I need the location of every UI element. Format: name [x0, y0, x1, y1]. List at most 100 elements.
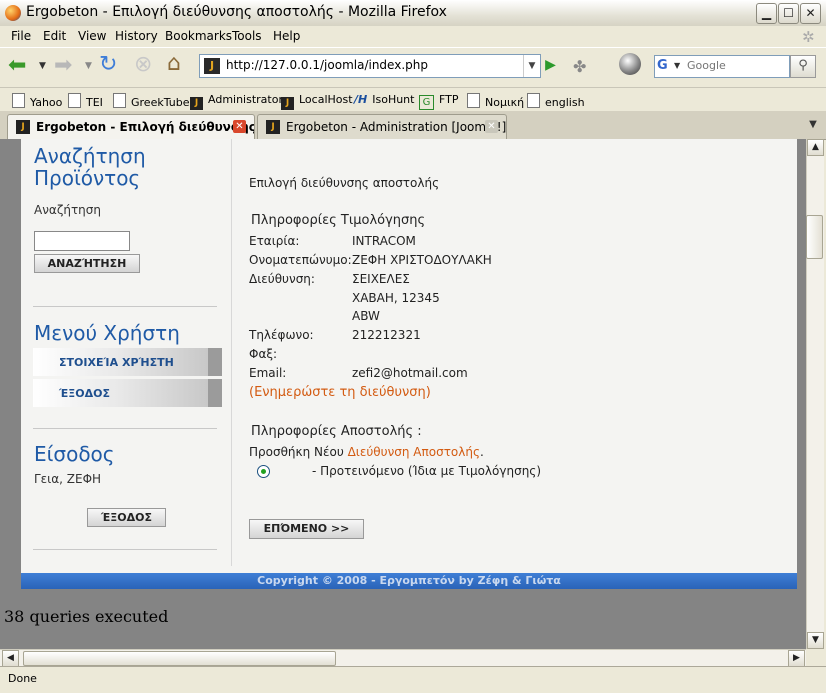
url-dropdown-icon[interactable]: ▼ [523, 55, 540, 77]
window-titlebar: Ergobeton - Επιλογή διεύθυνσης αποστολής… [0, 0, 826, 27]
menu-history[interactable]: History [115, 29, 158, 43]
menu-file[interactable]: File [11, 29, 31, 43]
menu-edit[interactable]: Edit [43, 29, 66, 43]
default-address-option-label: - Προτεινόμενο (Ίδια με Τιμολόγησης) [312, 464, 542, 478]
firefox-logo-icon [5, 5, 21, 21]
bookmark-ftp[interactable]: G FTP [419, 93, 459, 110]
user-greeting: Γεια, ΖΕΦΗ [34, 472, 102, 486]
vertical-scroll-thumb[interactable] [806, 215, 823, 259]
search-button[interactable]: ΑΝΑΖΉΤΗΣΗ [34, 254, 140, 273]
search-module-title-2: Προϊόντος [34, 166, 141, 190]
bookmark-english[interactable]: english [527, 93, 585, 109]
menu-item-logout[interactable]: ΈΞΟΔΟΣ [33, 379, 222, 407]
page-viewport: Αναζήτηση Προϊόντος Αναζήτηση ΑΝΑΖΉΤΗΣΗ … [0, 139, 806, 649]
add-shipping-address-link[interactable]: Διεύθυνση Αποστολής [348, 445, 480, 459]
bookmarks-toolbar: Yahoo TEI GreekTube J Administrator J Loca… [0, 87, 826, 112]
throbber-icon: ✲ [802, 28, 815, 46]
address-line-2: ΧΑΒΑΗ, 12345 [352, 291, 440, 305]
extension-icon[interactable]: ✤ [573, 57, 586, 76]
add-shipping-address-line: Προσθήκη Νέου Διεύθυνση Αποστολής. [249, 445, 484, 459]
phone-value: 212212321 [352, 328, 421, 342]
back-arrow-icon[interactable]: ⬅ [8, 55, 26, 77]
bookmark-nomiki[interactable]: Νομική [467, 93, 524, 109]
sidebar-separator [33, 428, 217, 429]
logout-button[interactable]: ΈΞΟΔΟΣ [87, 508, 166, 527]
scroll-right-icon[interactable]: ▶ [788, 650, 805, 667]
scroll-corner [807, 649, 826, 666]
login-module-title: Είσοδος [34, 442, 115, 466]
site-footer: Copyright © 2008 - Εργομπετόν by Ζέφη & … [21, 573, 797, 589]
joomla-icon: J [190, 97, 203, 110]
reload-icon[interactable]: ↻ [99, 54, 117, 76]
url-text[interactable]: http://127.0.0.1/joomla/index.php [226, 58, 428, 72]
queries-executed-text: 38 queries executed [4, 607, 169, 626]
bookmark-yahoo[interactable]: Yahoo [12, 93, 62, 109]
close-tab-icon[interactable]: ✕ [485, 120, 498, 133]
scroll-up-icon[interactable]: ▲ [807, 139, 824, 156]
horizontal-scroll-thumb[interactable] [23, 651, 336, 666]
search-bar[interactable]: G ▼ [654, 55, 790, 78]
page-icon [68, 93, 81, 108]
company-label: Εταιρία: [249, 234, 300, 248]
forward-history-dropdown-icon[interactable]: ▼ [85, 61, 92, 71]
tab-list-dropdown-icon[interactable]: ▼ [803, 115, 823, 135]
extension-globe-icon[interactable] [619, 53, 641, 75]
menubar: File Edit View History Bookmarks Tools H… [0, 26, 826, 47]
search-magnifier-icon[interactable]: ⚲ [790, 55, 816, 78]
bookmark-greektube[interactable]: GreekTube [113, 93, 189, 109]
next-button[interactable]: ΕΠΌΜΕΝΟ >> [249, 519, 364, 539]
minimize-button[interactable]: ▁ [756, 3, 777, 24]
ftp-icon: G [419, 95, 434, 110]
url-bar[interactable]: J http://127.0.0.1/joomla/index.php ▼ [199, 54, 541, 78]
menu-item-user-details[interactable]: ΣΤΟΙΧΕΊΑ ΧΡΉΣΤΗ [33, 348, 222, 376]
menu-view[interactable]: View [78, 29, 106, 43]
scroll-down-icon[interactable]: ▼ [807, 632, 824, 649]
stop-icon[interactable]: ⊗ [134, 54, 152, 76]
sidebar-separator [33, 549, 217, 550]
menu-tools[interactable]: Tools [232, 29, 262, 43]
tab-checkout[interactable]: J Ergobeton - Επιλογή διεύθυνσης ... ✕ [7, 114, 255, 139]
radio-selected-dot [261, 469, 266, 474]
shipping-info-title: Πληροφορίες Αποστολής : [251, 424, 422, 439]
go-arrow-icon[interactable]: ▶ [540, 55, 561, 76]
product-search-input[interactable] [34, 231, 130, 251]
user-menu-title: Μενού Χρήστη [34, 321, 180, 345]
bookmark-localhost[interactable]: J LocalHost [281, 93, 353, 110]
scroll-left-icon[interactable]: ◀ [2, 650, 19, 667]
tab-label: Ergobeton - Administration [Joomla!] [286, 120, 507, 134]
address-line-1: ΣΕΙΧΕΛΕΣ [352, 272, 410, 286]
joomla-icon: J [281, 97, 294, 110]
menu-bookmarks[interactable]: Bookmarks [165, 29, 232, 43]
billing-info-title: Πληροφορίες Τιμολόγησης [251, 213, 426, 228]
company-value: INTRACOM [352, 234, 416, 248]
page-icon [113, 93, 126, 108]
bookmark-administrator[interactable]: J Administrator [190, 93, 283, 110]
bookmark-tei[interactable]: TEI [68, 93, 103, 109]
status-bar: Done [0, 666, 826, 693]
google-engine-icon[interactable]: G [657, 58, 673, 74]
address-label: Διεύθυνση: [249, 272, 315, 286]
address-line-3: ABW [352, 309, 380, 323]
name-value: ΖΕΦΗ ΧΡΙΣΤΟΔΟΥΛΑΚΗ [352, 253, 492, 267]
close-tab-icon[interactable]: ✕ [233, 120, 246, 133]
home-icon[interactable]: ⌂ [167, 53, 181, 75]
forward-arrow-icon[interactable]: ➡ [54, 55, 72, 77]
page-icon [527, 93, 540, 108]
close-window-button[interactable]: ✕ [800, 3, 821, 24]
column-divider [231, 139, 232, 566]
update-address-link[interactable]: (Ενημερώστε τη διεύθυνση) [249, 385, 431, 400]
window-title: Ergobeton - Επιλογή διεύθυνσης αποστολής… [26, 4, 447, 20]
tab-administration[interactable]: J Ergobeton - Administration [Joomla!] ✕ [257, 114, 507, 139]
back-history-dropdown-icon[interactable]: ▼ [39, 61, 46, 71]
page-heading: Επιλογή διεύθυνσης αποστολής [249, 176, 440, 190]
email-label: Email: [249, 366, 287, 380]
name-label: Ονοματεπώνυμο: [249, 253, 352, 267]
joomla-favicon-icon: J [16, 120, 30, 134]
search-label: Αναζήτηση [34, 203, 101, 217]
search-input[interactable] [685, 58, 787, 73]
engine-dropdown-icon[interactable]: ▼ [674, 61, 680, 70]
menu-help[interactable]: Help [273, 29, 300, 43]
maximize-button[interactable]: ☐ [778, 3, 799, 24]
bookmark-isohunt[interactable]: /H IsoHunt [354, 93, 414, 106]
default-address-radio[interactable] [257, 465, 270, 478]
